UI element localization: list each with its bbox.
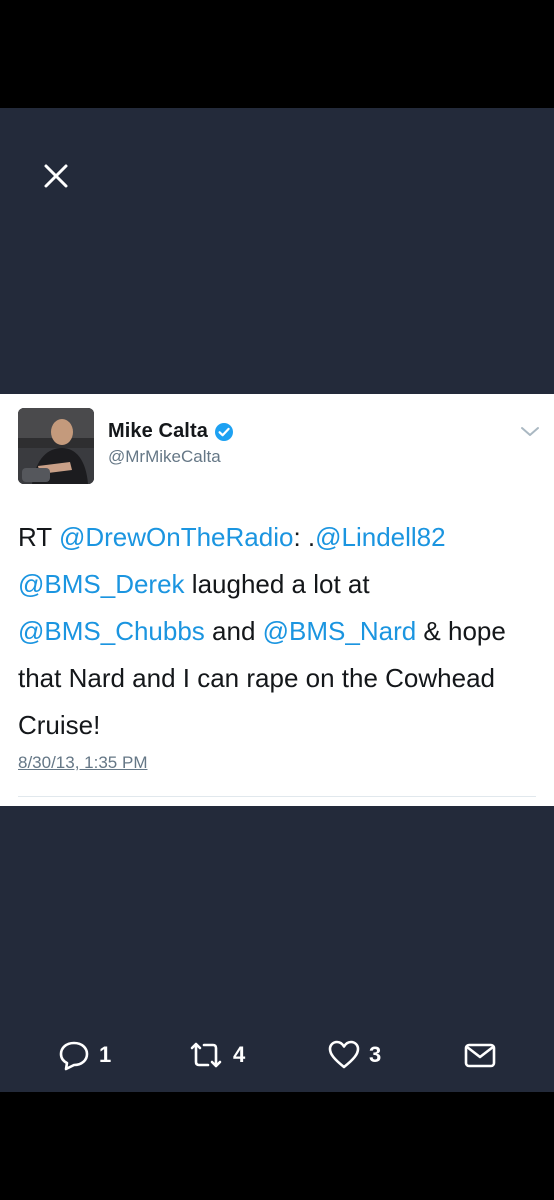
- like-button[interactable]: 3: [326, 1034, 381, 1076]
- mention-link[interactable]: @BMS_Derek: [18, 569, 185, 599]
- close-icon[interactable]: [40, 160, 72, 192]
- avatar[interactable]: [18, 408, 94, 484]
- tweet-text-segment: : .: [293, 522, 316, 552]
- like-count: 3: [369, 1042, 382, 1067]
- like-icon: [326, 1037, 362, 1073]
- reply-count: 1: [99, 1042, 112, 1067]
- mention-link[interactable]: @Lindell82: [315, 522, 445, 552]
- reply-icon: [56, 1037, 92, 1073]
- author-name-row: Mike Calta: [108, 420, 234, 443]
- retweet-count: 4: [233, 1042, 246, 1067]
- mention-link[interactable]: @BMS_Chubbs: [18, 616, 205, 646]
- tweet-text-segment: laughed a lot at: [184, 569, 370, 599]
- message-icon: [462, 1037, 498, 1073]
- mention-link[interactable]: @DrewOnTheRadio: [59, 522, 293, 552]
- reply-button[interactable]: 1: [56, 1034, 111, 1076]
- tweet-actions-bar: 1 4 3: [0, 1034, 554, 1076]
- retweet-button[interactable]: 4: [186, 1034, 245, 1076]
- verified-badge-icon: [214, 422, 234, 442]
- retweet-icon: [186, 1037, 226, 1073]
- chevron-down-icon[interactable]: [519, 424, 541, 440]
- mention-link[interactable]: @BMS_Nard: [263, 616, 417, 646]
- direct-message-button[interactable]: [462, 1034, 498, 1076]
- author-handle[interactable]: @MrMikeCalta: [108, 447, 221, 467]
- tweet-timestamp[interactable]: 8/30/13, 1:35 PM: [18, 753, 147, 773]
- tweet-text-segment: RT: [18, 522, 59, 552]
- tweet-text-segment: and: [204, 616, 263, 646]
- tweet-text: RT @DrewOnTheRadio: .@Lindell82 @BMS_Der…: [18, 514, 528, 749]
- author-name[interactable]: Mike Calta: [108, 420, 208, 443]
- divider: [18, 796, 536, 797]
